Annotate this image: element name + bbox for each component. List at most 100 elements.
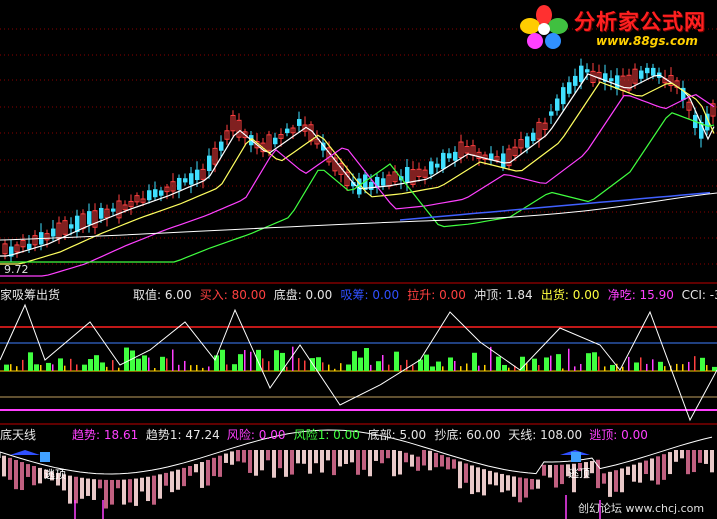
indicator2-bar: [476, 467, 480, 493]
indicator2-bar: [206, 459, 210, 486]
indicator1-bar: [154, 367, 156, 371]
candle: [416, 162, 422, 182]
indicator2-bar: [656, 456, 660, 485]
indicator2-bar: [14, 459, 18, 490]
indicator1-bar: [22, 359, 24, 371]
candle: [189, 166, 194, 194]
indicator2-bar: [260, 450, 264, 471]
candle: [20, 234, 26, 253]
indicator2-bar: [92, 479, 96, 500]
indicator2-bar: [410, 454, 414, 467]
indicator1-bar: [28, 352, 33, 371]
candle-body: [531, 132, 536, 142]
candle-body: [555, 98, 560, 111]
indicator1-bar: [526, 363, 528, 371]
indicator2-bar: [344, 450, 348, 464]
indicator2-bar: [542, 464, 546, 476]
candle: [626, 68, 632, 94]
indicator1-field-3: 吸筹: 0.00: [340, 288, 400, 302]
indicator1-bar: [190, 365, 192, 371]
price-label: 9.72: [4, 263, 29, 276]
candle: [273, 132, 278, 148]
indicator1-bar: [682, 364, 684, 371]
indicator1-field-1: 买入: 80.00: [199, 288, 267, 302]
candle: [147, 184, 152, 204]
candle-body: [645, 67, 650, 74]
ma250-line: [0, 192, 717, 241]
candle-body: [381, 178, 386, 186]
candle: [489, 146, 494, 166]
indicator2-bar: [380, 450, 384, 464]
indicator1-bar: [304, 360, 306, 371]
candle: [470, 139, 476, 161]
site-logo: 分析家公式网 www.88gs.com: [518, 4, 717, 52]
candle-body: [561, 87, 566, 105]
indicator2-bar: [698, 450, 702, 463]
indicator1-bar: [496, 356, 501, 371]
indicator2-bar: [650, 458, 654, 481]
indicator2-field-5: 抄底: 60.00: [434, 428, 501, 442]
indicator2-bar: [638, 462, 642, 483]
indicator1-bar: [484, 364, 486, 371]
indicator2-header: 底天线 趋势: 18.61 趋势1: 47.24 风险: 0.00 风险1: 0.00…: [0, 428, 717, 442]
indicator1-bar: [226, 364, 228, 371]
indicator2-bar: [224, 453, 228, 463]
indicator2-bar: [680, 450, 684, 459]
candle-body: [285, 128, 290, 134]
candle: [285, 123, 290, 137]
candle-body: [183, 178, 188, 183]
indicator1-bar: [34, 364, 39, 371]
flower-logo-icon: [520, 5, 568, 49]
indicator2-bar: [602, 473, 606, 484]
candle-body: [99, 207, 104, 219]
indicator1-bar: [298, 358, 300, 371]
ma5-line: [0, 73, 715, 257]
indicator2-field-2: 风险: 0.00: [226, 428, 286, 442]
indicator2-bar: [662, 454, 666, 480]
candle-body: [159, 190, 164, 196]
indicator2-bar: [212, 457, 216, 477]
indicator2-field-0: 趋势: 18.61: [72, 428, 139, 442]
candle-body: [525, 136, 530, 148]
indicator2-bar: [530, 479, 534, 490]
indicator1-bar: [652, 359, 654, 371]
indicator2-bar: [116, 479, 120, 489]
logo-url: www.88gs.com: [596, 34, 698, 48]
indicator1-name: 家吸筹出货: [0, 288, 61, 302]
candle-body: [579, 65, 584, 82]
indicator1-bar: [598, 356, 600, 371]
indicator1-bar: [382, 355, 384, 371]
indicator1-bar: [664, 366, 666, 371]
indicator2-bar: [128, 479, 132, 503]
indicator1-bar: [178, 364, 180, 371]
candle: [422, 166, 428, 185]
candle: [116, 194, 122, 224]
ma10-line: [0, 81, 715, 265]
indicator1-bar: [544, 357, 549, 371]
indicator1-bar: [442, 366, 444, 371]
candle-body: [639, 70, 644, 79]
indicator1-bar: [388, 364, 390, 371]
candle: [531, 128, 536, 145]
indicator1-bar: [508, 367, 510, 371]
indicator2-bar: [152, 475, 156, 505]
candle-body: [447, 153, 452, 159]
indicator2-bar: [404, 452, 408, 463]
candle: [200, 163, 206, 189]
candle-body: [219, 141, 224, 151]
candle-body: [297, 119, 302, 126]
candle: [386, 171, 392, 190]
indicator1-bar: [430, 366, 435, 371]
indicator2-bar: [620, 468, 624, 493]
indicator2-bar: [110, 480, 114, 505]
indicator1-bar: [52, 364, 54, 371]
candle: [561, 82, 566, 111]
candle-body: [189, 173, 194, 185]
candle-body: [567, 82, 572, 94]
indicator2-field-7: 逃顶: 0.00: [589, 428, 648, 442]
indicator1-field-8: CCI: -38.98: [681, 288, 717, 302]
indicator2-bar: [668, 452, 672, 475]
indicator2-bar: [308, 450, 312, 474]
candle: [302, 116, 308, 137]
indicator2-field-4: 底部: 5.00: [367, 428, 427, 442]
